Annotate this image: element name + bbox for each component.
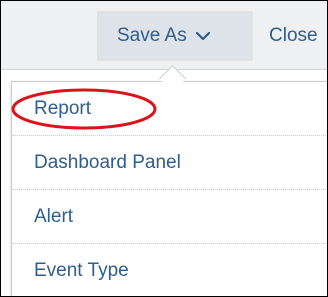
chevron-down-icon [195,28,211,44]
save-as-label: Save As [117,25,187,46]
screenshot-frame: Save As Close Report Dashboard Panel Ale… [0,0,328,297]
toolbar: Save As Close [1,1,327,70]
menu-item-alert[interactable]: Alert [12,190,327,244]
save-as-button[interactable]: Save As [97,11,253,61]
menu-item-dashboard-panel[interactable]: Dashboard Panel [12,136,327,190]
close-button[interactable]: Close [269,25,318,47]
menu-item-event-type[interactable]: Event Type [12,244,327,296]
save-as-dropdown-menu: Report Dashboard Panel Alert Event Type [11,81,327,296]
